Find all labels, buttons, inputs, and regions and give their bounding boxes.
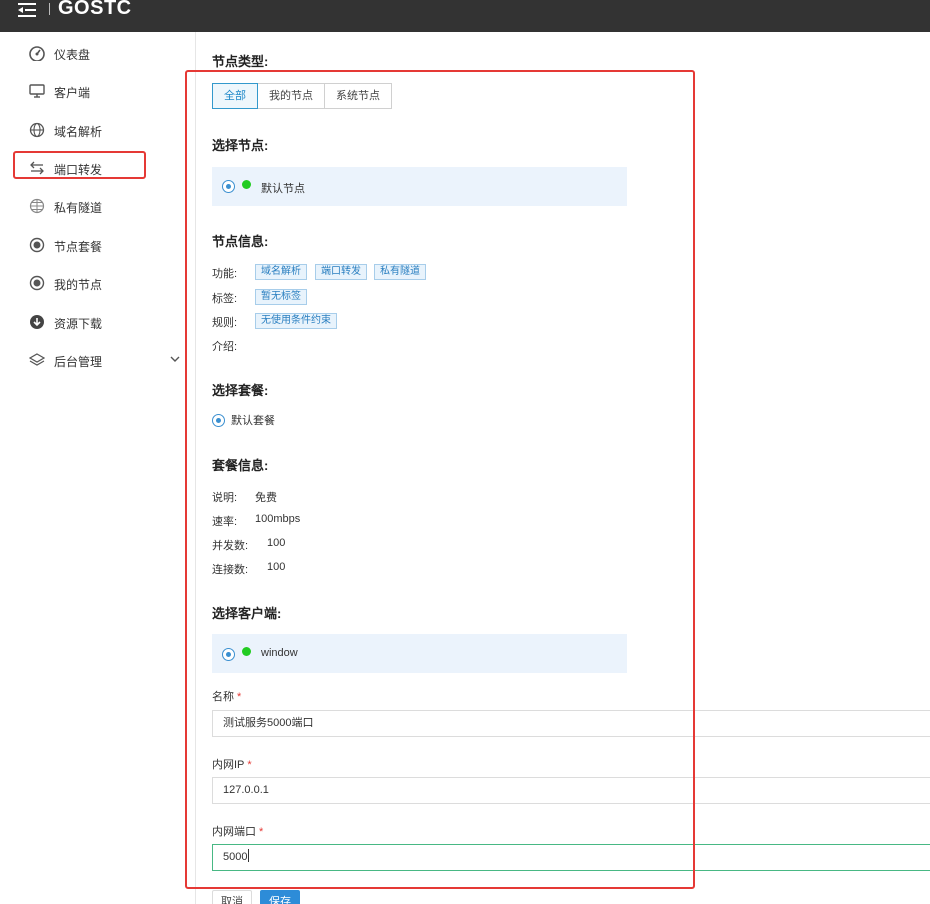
- sidebar-item-label: 私有隧道: [54, 201, 103, 215]
- sidebar-item-label: 我的节点: [54, 278, 103, 292]
- online-status-dot: [242, 647, 251, 656]
- package-option-label[interactable]: 默认套餐: [231, 412, 275, 428]
- tag-badge: 暂无标签: [255, 289, 307, 305]
- internal-ip-label-text: 内网IP: [212, 759, 245, 771]
- node-type-option-all[interactable]: 全部: [212, 83, 258, 109]
- node-option-card[interactable]: 默认节点: [212, 167, 627, 206]
- online-status-dot: [242, 180, 251, 189]
- rule-badge: 无使用条件约束: [255, 313, 337, 329]
- function-tag: 域名解析: [255, 264, 307, 280]
- package-rate-row: 速率: 100mbps: [212, 513, 300, 529]
- radio-dot-icon: [29, 275, 45, 291]
- main-content: 节点类型: 全部 我的节点 系统节点 选择节点: 默认节点 节点信息: 功能: …: [196, 32, 930, 904]
- sidebar-item-label: 仪表盘: [54, 48, 91, 62]
- function-tag: 端口转发: [315, 264, 367, 280]
- download-icon: [30, 315, 44, 329]
- save-button[interactable]: 保存: [260, 890, 300, 904]
- sidebar-item-domain-resolution[interactable]: 域名解析: [0, 116, 196, 144]
- name-input[interactable]: 测试服务5000端口: [212, 710, 930, 737]
- title-separator: [49, 3, 50, 15]
- network-globe-icon: [29, 198, 45, 214]
- desc-value: 免费: [255, 492, 277, 504]
- node-type-segmented: 全部 我的节点 系统节点: [212, 83, 392, 109]
- top-bar: GOSTC: [0, 0, 930, 32]
- cancel-button[interactable]: 取消: [212, 890, 252, 904]
- rules-label: 规则:: [212, 317, 238, 329]
- node-type-option-mine[interactable]: 我的节点: [257, 83, 325, 109]
- node-info-title: 节点信息:: [212, 234, 269, 249]
- monitor-icon: [29, 84, 45, 98]
- select-client-title: 选择客户端:: [212, 606, 282, 621]
- menu-fold-icon[interactable]: [18, 2, 38, 18]
- internal-port-input-value: 5000: [223, 851, 248, 863]
- sidebar-item-label: 资源下载: [54, 317, 103, 331]
- node-option-label: 默认节点: [261, 183, 305, 195]
- connections-label: 连接数:: [212, 564, 249, 576]
- sidebar-item-dashboard[interactable]: 仪表盘: [0, 39, 196, 67]
- rate-label: 速率:: [212, 516, 238, 528]
- required-mark: *: [259, 826, 264, 838]
- internal-port-field-label: 内网端口 *: [212, 823, 263, 839]
- app-title: GOSTC: [58, 0, 132, 19]
- sidebar-item-node-packages[interactable]: 节点套餐: [0, 231, 196, 259]
- client-option-label: window: [261, 647, 298, 659]
- sidebar-item-resource-download[interactable]: 资源下载: [0, 308, 196, 336]
- intro-label: 介绍:: [212, 341, 238, 353]
- radio-dot-icon: [29, 237, 45, 253]
- node-radio[interactable]: [222, 180, 235, 193]
- highlight-box: [13, 151, 146, 179]
- sidebar-item-my-nodes[interactable]: 我的节点: [0, 269, 196, 297]
- sidebar-item-label: 节点套餐: [54, 240, 103, 254]
- client-radio[interactable]: [222, 648, 235, 661]
- function-label: 功能:: [212, 268, 238, 280]
- internal-ip-input[interactable]: 127.0.0.1: [212, 777, 930, 804]
- package-info-title: 套餐信息:: [212, 458, 269, 473]
- name-field-label: 名称 *: [212, 688, 241, 704]
- required-mark: *: [237, 691, 242, 703]
- desc-label: 说明:: [212, 492, 238, 504]
- sidebar-item-label: 后台管理: [54, 355, 103, 369]
- package-radio[interactable]: [212, 414, 225, 427]
- client-option-card[interactable]: window: [212, 634, 627, 673]
- package-connections-row: 连接数: 100: [212, 561, 285, 577]
- package-concurrency-row: 并发数: 100: [212, 537, 285, 553]
- rate-value: 100mbps: [255, 513, 301, 525]
- sidebar-item-label: 客户端: [54, 86, 91, 100]
- internal-port-label-text: 内网端口: [212, 826, 256, 838]
- sidebar-item-admin[interactable]: 后台管理: [0, 346, 196, 374]
- connections-value: 100: [267, 561, 286, 573]
- node-type-option-system[interactable]: 系统节点: [324, 83, 392, 109]
- node-type-title: 节点类型:: [212, 54, 269, 69]
- concurrency-label: 并发数:: [212, 540, 249, 552]
- package-desc-row: 说明: 免费: [212, 489, 277, 505]
- globe-icon: [29, 122, 45, 138]
- internal-port-input[interactable]: 5000: [212, 844, 930, 871]
- select-package-title: 选择套餐:: [212, 383, 269, 398]
- function-tag: 私有隧道: [374, 264, 426, 280]
- tags-label: 标签:: [212, 293, 238, 305]
- chevron-down-icon[interactable]: [170, 354, 180, 364]
- internal-ip-field-label: 内网IP *: [212, 756, 252, 772]
- sidebar: 仪表盘 客户端 域名解析 端口转发 私有隧道 节点套餐 我的节点 资源下载 后台…: [0, 32, 196, 904]
- select-node-title: 选择节点:: [212, 138, 269, 153]
- sidebar-item-private-tunnel[interactable]: 私有隧道: [0, 192, 196, 220]
- dashboard-icon: [29, 46, 45, 61]
- text-caret: [248, 849, 250, 862]
- name-label-text: 名称: [212, 691, 234, 703]
- name-input-value: 测试服务5000端口: [223, 717, 314, 729]
- internal-ip-input-value: 127.0.0.1: [223, 784, 269, 796]
- required-mark: *: [247, 759, 252, 771]
- concurrency-value: 100: [267, 537, 286, 549]
- layers-icon: [29, 353, 45, 366]
- sidebar-item-clients[interactable]: 客户端: [0, 77, 196, 105]
- sidebar-item-label: 域名解析: [54, 125, 103, 139]
